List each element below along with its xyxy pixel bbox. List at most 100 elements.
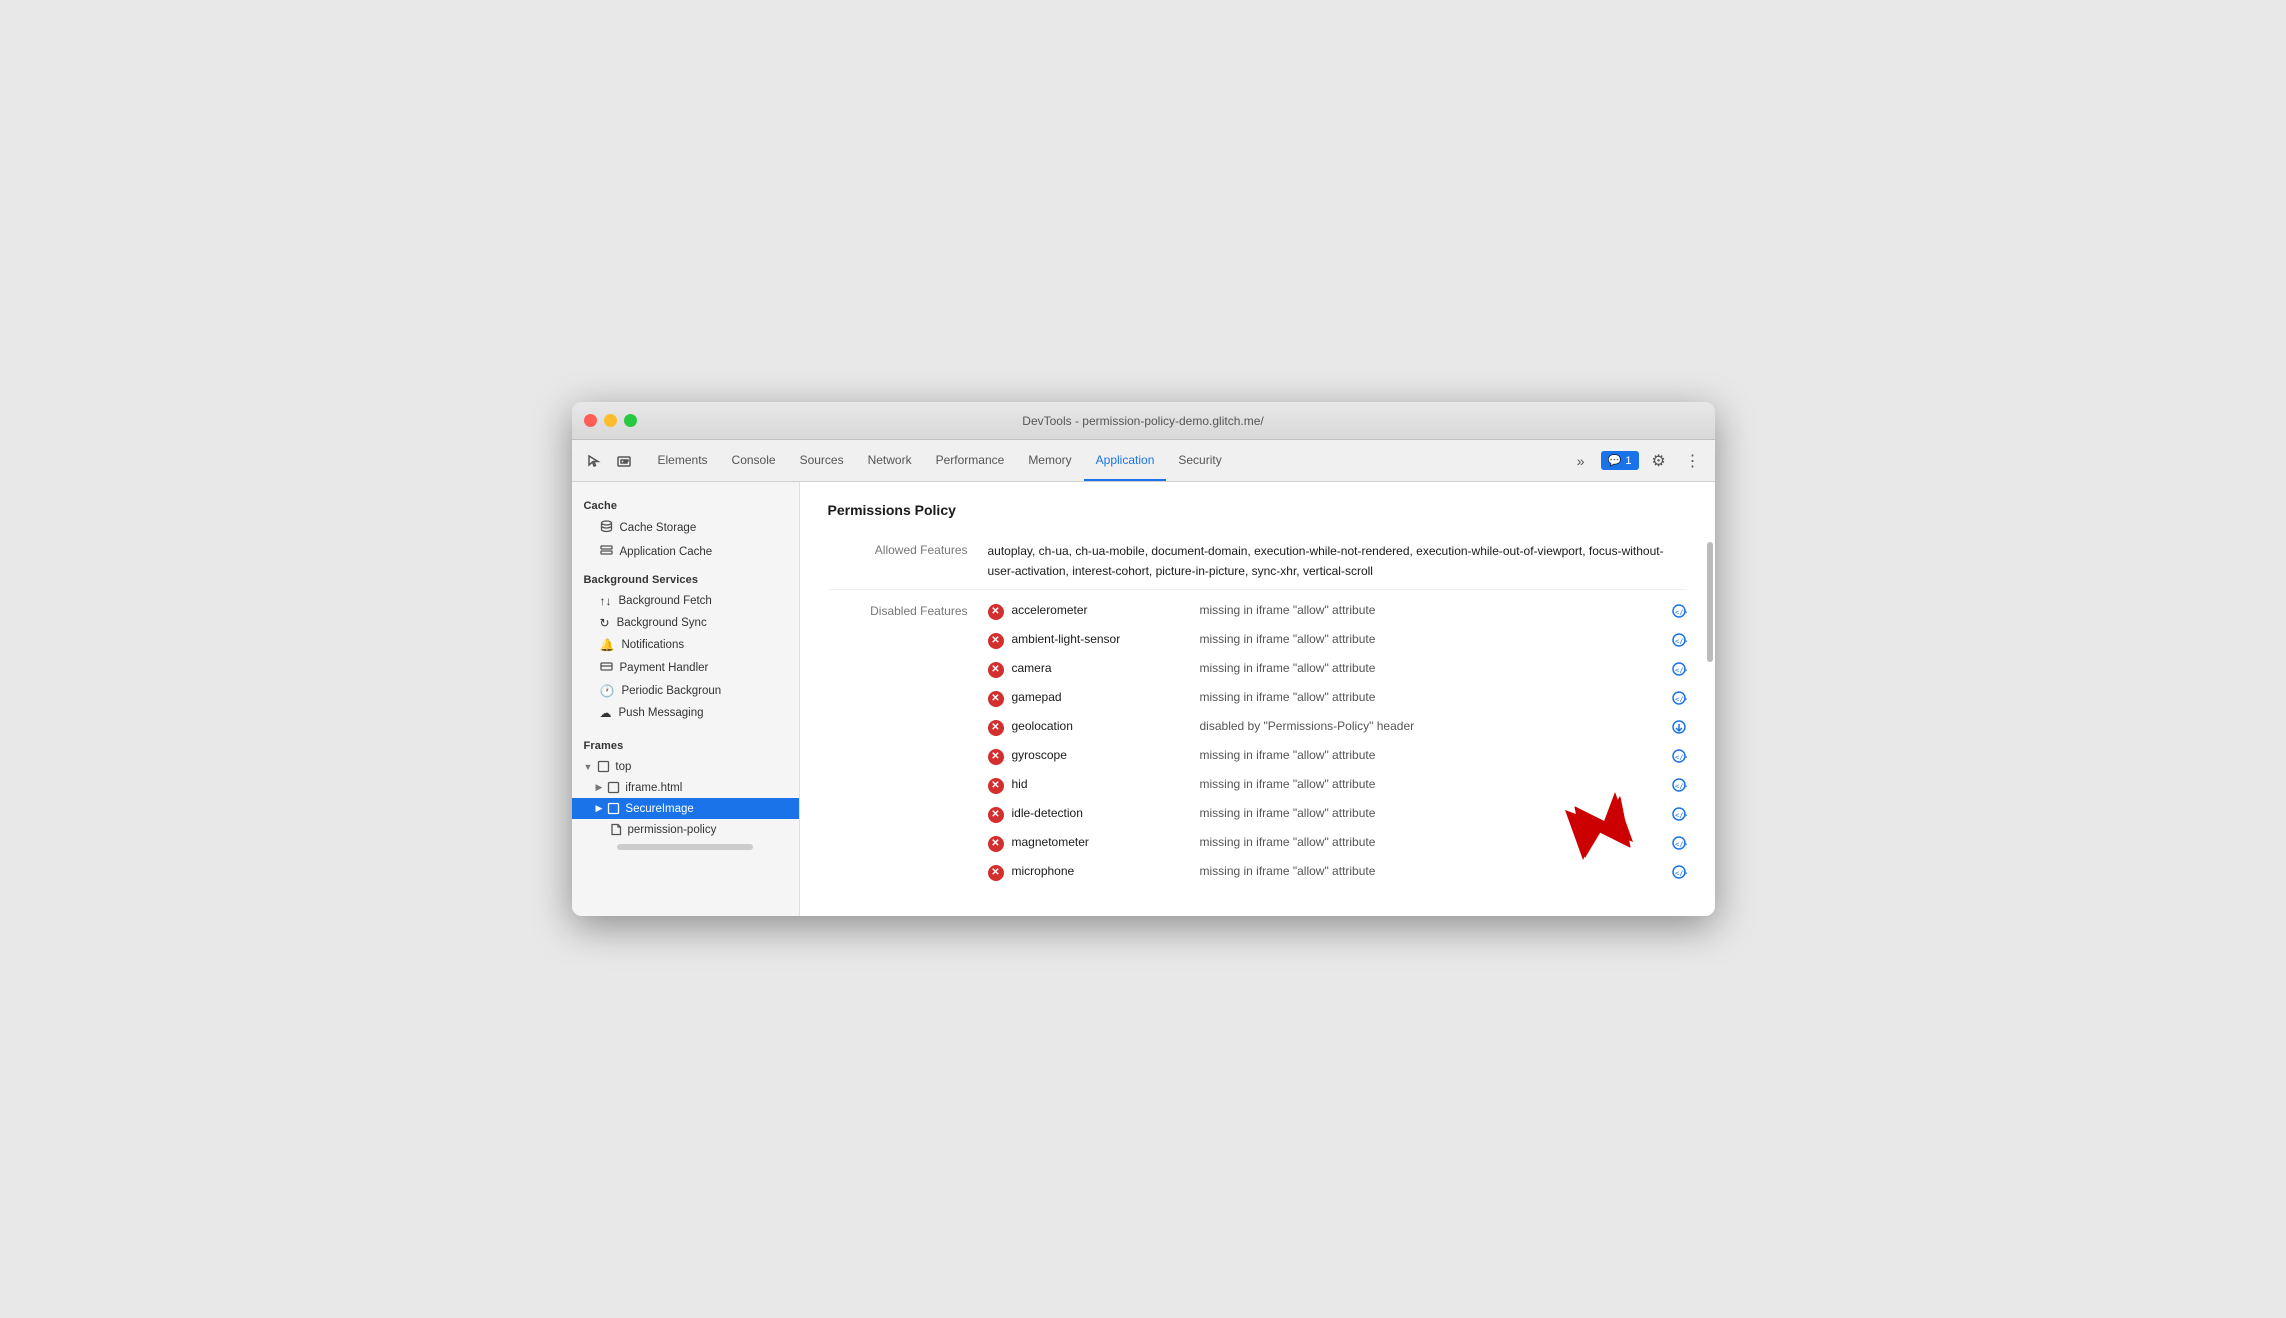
feature-code-link-4[interactable]	[1671, 719, 1687, 738]
feature-code-link-9[interactable]: </>	[1671, 864, 1687, 883]
sidebar-item-cache-storage[interactable]: Cache Storage	[572, 516, 799, 540]
minimize-button[interactable]	[604, 414, 617, 427]
feature-row-8: ✕magnetometermissing in iframe "allow" a…	[988, 830, 1687, 859]
tabs-list: Elements Console Sources Network Perform…	[646, 440, 1567, 481]
badge-count: 1	[1625, 455, 1631, 467]
svg-text:</>: </>	[1675, 637, 1687, 645]
feature-row-4: ✕geolocationdisabled by "Permissions-Pol…	[988, 714, 1687, 743]
cursor-icon[interactable]	[580, 447, 608, 475]
sidebar-item-periodic-background[interactable]: 🕐 Periodic Backgroun	[572, 680, 799, 702]
feature-name-5: gyroscope	[1012, 748, 1192, 762]
secureimage-expand-arrow: ▶	[596, 803, 603, 814]
tab-sources[interactable]: Sources	[788, 440, 856, 481]
application-cache-icon	[600, 544, 613, 560]
iframe-expand-arrow: ▶	[596, 782, 603, 793]
feature-reason-5: missing in iframe "allow" attribute	[1200, 748, 1655, 762]
feature-name-0: accelerometer	[1012, 603, 1192, 617]
close-button[interactable]	[584, 414, 597, 427]
sidebar-item-push-messaging[interactable]: ☁ Push Messaging	[572, 702, 799, 724]
titlebar: DevTools - permission-policy-demo.glitch…	[572, 402, 1715, 440]
feature-code-link-5[interactable]: </>	[1671, 748, 1687, 767]
svg-text:</>: </>	[1675, 869, 1687, 877]
push-messaging-label: Push Messaging	[619, 707, 704, 719]
feature-name-4: geolocation	[1012, 719, 1192, 733]
svg-text:</>: </>	[1675, 811, 1687, 819]
feature-row-2: ✕cameramissing in iframe "allow" attribu…	[988, 656, 1687, 685]
feature-reason-4: disabled by "Permissions-Policy" header	[1200, 719, 1655, 733]
feature-name-2: camera	[1012, 661, 1192, 675]
right-panel: Permissions Policy Allowed Features auto…	[800, 482, 1715, 915]
top-expand-arrow: ▼	[584, 762, 593, 772]
feature-row-6: ✕ hid missing in iframe "allow" attribute <…	[988, 772, 1687, 801]
frame-iframe[interactable]: ▶ iframe.html	[572, 777, 799, 798]
badge-icon: 💬	[1608, 454, 1622, 467]
svg-text:</>: </>	[1675, 782, 1687, 790]
feature-name-7: idle-detection	[1012, 806, 1192, 820]
console-badge-button[interactable]: 💬 1	[1601, 451, 1639, 470]
more-tabs-button[interactable]: »	[1567, 447, 1595, 475]
feature-code-link-1[interactable]: </>	[1671, 632, 1687, 651]
tabs-right-controls: » 💬 1 ⚙ ⋮	[1567, 447, 1707, 475]
background-sync-label: Background Sync	[617, 617, 707, 629]
notifications-label: Notifications	[621, 639, 684, 651]
frames-section-title: Frames	[572, 730, 799, 756]
tab-memory[interactable]: Memory	[1016, 440, 1083, 481]
feature-error-icon-0: ✕	[988, 604, 1004, 620]
sidebar-scrollbar	[617, 844, 753, 850]
sidebar-item-background-sync[interactable]: ↻ Background Sync	[572, 612, 799, 634]
frame-permission-policy[interactable]: permission-policy	[572, 819, 799, 840]
feature-name-1: ambient-light-sensor	[1012, 632, 1192, 646]
tab-application[interactable]: Application	[1084, 440, 1167, 481]
allowed-features-row: Allowed Features autoplay, ch-ua, ch-ua-…	[828, 534, 1687, 589]
svg-text:</>: </>	[1675, 753, 1687, 761]
feature-code-link-3[interactable]: </>	[1671, 690, 1687, 709]
main-content: Cache Cache Storage	[572, 482, 1715, 915]
frame-secureimage[interactable]: ▶ SecureImage	[572, 798, 799, 819]
sidebar-item-application-cache[interactable]: Application Cache	[572, 540, 799, 564]
svg-text:</>: </>	[1675, 695, 1687, 703]
settings-button[interactable]: ⚙	[1645, 447, 1673, 475]
svg-text:</>: </>	[1675, 666, 1687, 674]
cache-storage-icon	[600, 520, 613, 536]
feature-code-link-0[interactable]: </>	[1671, 603, 1687, 622]
feature-code-link-8[interactable]: </>	[1671, 835, 1687, 854]
sidebar-item-payment-handler[interactable]: Payment Handler	[572, 656, 799, 680]
feature-name-6: hid	[1012, 777, 1192, 791]
feature-code-link-6[interactable]: </>	[1671, 777, 1687, 796]
feature-row-7: ✕idle-detectionmissing in iframe "allow"…	[988, 801, 1687, 830]
scrollbar-thumb[interactable]	[1707, 542, 1713, 662]
background-fetch-icon: ↑↓	[600, 594, 612, 608]
feature-name-3: gamepad	[1012, 690, 1192, 704]
sidebar-item-notifications[interactable]: 🔔 Notifications	[572, 634, 799, 656]
file-icon	[610, 823, 623, 836]
tab-performance[interactable]: Performance	[924, 440, 1017, 481]
feature-row-3: ✕gamepadmissing in iframe "allow" attrib…	[988, 685, 1687, 714]
feature-reason-3: missing in iframe "allow" attribute	[1200, 690, 1655, 704]
feature-reason-6: missing in iframe "allow" attribute	[1200, 777, 1655, 791]
tab-security[interactable]: Security	[1166, 440, 1233, 481]
frame-iframe-label: iframe.html	[625, 782, 682, 794]
frame-permission-policy-label: permission-policy	[628, 824, 717, 836]
iframe-page-icon	[607, 781, 620, 794]
cache-storage-label: Cache Storage	[620, 522, 697, 534]
disabled-features-list: ✕ accelerometer missing in iframe "allow" …	[988, 598, 1687, 888]
svg-text:</>: </>	[1675, 840, 1687, 848]
inspect-icon[interactable]	[610, 447, 638, 475]
feature-code-link-7[interactable]: </>	[1671, 806, 1687, 825]
feature-reason-0: missing in iframe "allow" attribute	[1200, 603, 1655, 617]
tab-network[interactable]: Network	[856, 440, 924, 481]
policy-table: Allowed Features autoplay, ch-ua, ch-ua-…	[828, 534, 1687, 895]
panel-title: Permissions Policy	[828, 502, 1687, 518]
frame-top[interactable]: ▼ top	[572, 756, 799, 777]
feature-reason-8: missing in iframe "allow" attribute	[1200, 835, 1655, 849]
sidebar-item-background-fetch[interactable]: ↑↓ Background Fetch	[572, 590, 799, 612]
background-fetch-label: Background Fetch	[619, 595, 712, 607]
feature-error-icon-6: ✕	[988, 778, 1004, 794]
more-options-button[interactable]: ⋮	[1679, 447, 1707, 475]
feature-row-1: ✕ambient-light-sensormissing in iframe "…	[988, 627, 1687, 656]
tab-elements[interactable]: Elements	[646, 440, 720, 481]
tab-console[interactable]: Console	[720, 440, 788, 481]
maximize-button[interactable]	[624, 414, 637, 427]
window-title: DevTools - permission-policy-demo.glitch…	[1022, 414, 1263, 428]
feature-code-link-2[interactable]: </>	[1671, 661, 1687, 680]
